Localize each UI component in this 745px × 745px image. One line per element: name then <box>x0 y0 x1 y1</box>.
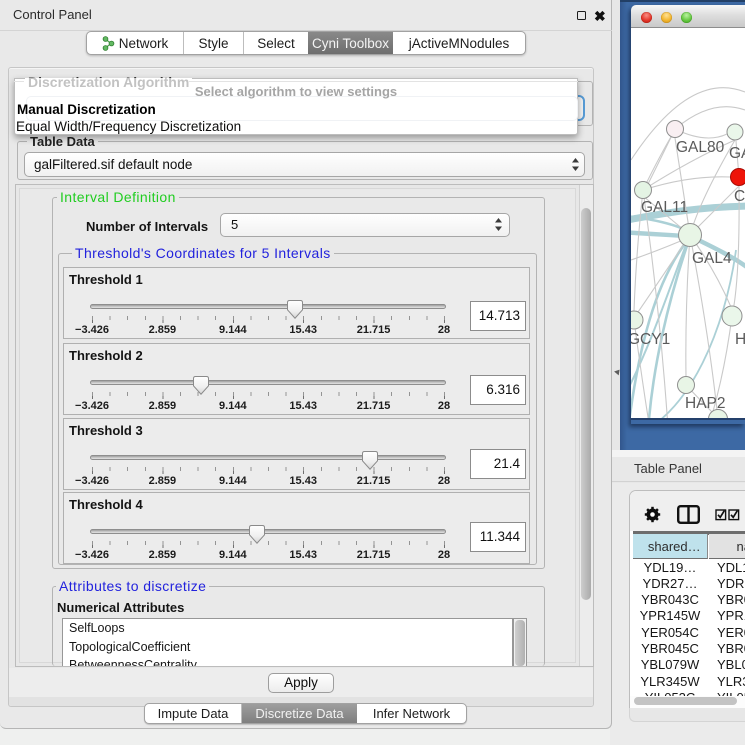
svg-text:GA: GA <box>729 145 745 162</box>
svg-text:HAP2: HAP2 <box>685 395 726 412</box>
svg-text:GAL4: GAL4 <box>692 250 732 267</box>
svg-text:CY: CY <box>734 188 745 205</box>
svg-text:GAL11: GAL11 <box>641 199 688 216</box>
svg-text:GCY1: GCY1 <box>631 331 670 348</box>
svg-text:GAL80: GAL80 <box>676 139 725 156</box>
svg-text:H: H <box>735 331 745 348</box>
